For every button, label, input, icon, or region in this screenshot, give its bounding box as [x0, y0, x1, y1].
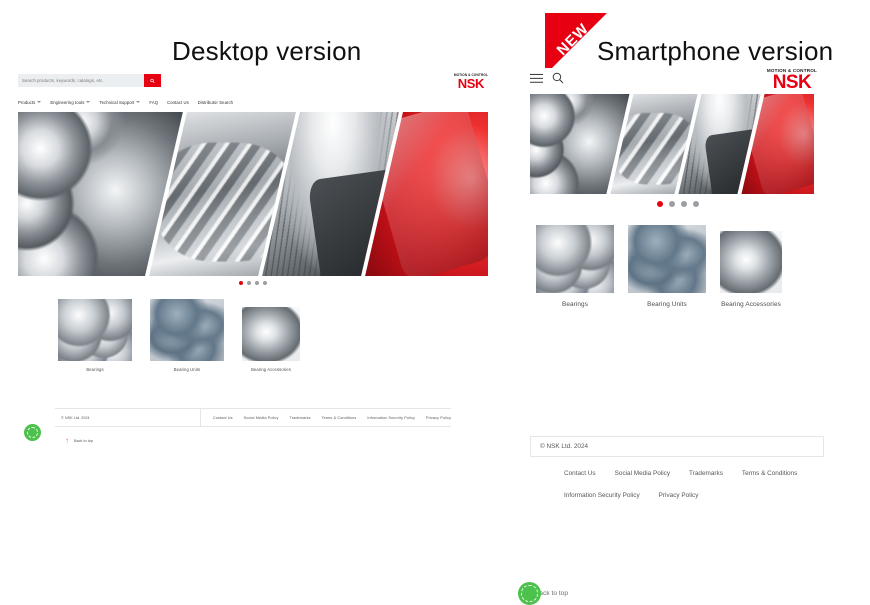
desktop-mockup: MOTION & CONTROL NSK Products Engineerin… — [18, 70, 488, 445]
nav-item-label: FAQ — [149, 99, 159, 105]
desktop-search-row: MOTION & CONTROL NSK — [18, 73, 488, 90]
phone-header: MOTION & CONTROL NSK — [528, 68, 828, 92]
footer-link-trademarks[interactable]: Trademarks — [689, 470, 723, 477]
phone-footer-links: Contact Us Social Media Policy Trademark… — [530, 470, 824, 499]
search-icon — [150, 78, 155, 83]
phone-header-icons — [530, 72, 564, 84]
chevron-down-icon — [86, 101, 91, 103]
bearings-image — [58, 299, 132, 361]
bearing-units-image — [150, 299, 224, 361]
product-tile-bearings[interactable]: Bearings — [58, 299, 132, 372]
copyright-text: © NSK Ltd. 2024 — [540, 443, 589, 450]
bearing-units-image — [628, 225, 706, 293]
phone-footer: © NSK Ltd. 2024 Contact Us Social Media … — [518, 436, 824, 605]
product-tile-label: Bearing Accessories — [251, 367, 291, 372]
phone-carousel-dots — [528, 201, 828, 207]
product-tile-label: Bearing Accessories — [721, 301, 781, 308]
product-tile-label: Bearings — [561, 301, 589, 308]
footer-link-privacy-policy[interactable]: Privacy Policy — [426, 416, 451, 420]
carousel-dot-3[interactable] — [255, 281, 259, 285]
carousel-dot-4[interactable] — [693, 201, 699, 207]
footer-link-trademarks[interactable]: Trademarks — [289, 416, 310, 420]
desktop-footer: © NSK Ltd. 2024 Contact Us Social Media … — [55, 408, 451, 445]
carousel-dot-4[interactable] — [263, 281, 267, 285]
phone-footer-links-row-2: Information Security Policy Privacy Poli… — [564, 492, 824, 499]
carousel-dot-1[interactable] — [239, 281, 243, 285]
footer-link-information-security-policy[interactable]: Information Security Policy — [367, 416, 415, 420]
phone-copyright-box: © NSK Ltd. 2024 — [530, 436, 824, 457]
screenshot-canvas: Desktop version NEW Smartphone version M… — [0, 0, 870, 605]
nav-item-contact-us[interactable]: Contact Us — [167, 100, 189, 105]
nav-item-faq[interactable]: FAQ — [149, 100, 158, 105]
nsk-logo[interactable]: MOTION & CONTROL NSK — [767, 68, 817, 92]
footer-link-terms-conditions[interactable]: Terms & Conditions — [742, 470, 797, 477]
copyright-text: © NSK Ltd. 2024 — [61, 415, 90, 420]
footer-link-terms-conditions[interactable]: Terms & Conditions — [322, 416, 357, 420]
desktop-main-nav: Products Engineering tools Technical Sup… — [18, 96, 488, 108]
product-tile-bearing-units[interactable]: Bearing Units — [628, 225, 706, 308]
product-tile-label: Bearings — [86, 367, 104, 372]
phone-product-tiles: Bearings Bearing Units Bearing Accessori… — [528, 225, 828, 308]
smartphone-version-title: Smartphone version — [597, 36, 834, 66]
desktop-hero-carousel[interactable] — [18, 112, 488, 276]
chevron-down-icon — [37, 101, 42, 103]
search-button[interactable] — [144, 74, 161, 87]
desktop-carousel-dots — [18, 281, 488, 285]
phone-hero-wrap — [528, 94, 828, 194]
product-tile-label: Bearing Units — [173, 367, 201, 372]
nav-item-engineering-tools[interactable]: Engineering tools — [50, 99, 91, 105]
desktop-product-tiles: Bearings Bearing Units Bearing Accessori… — [18, 299, 488, 372]
cookie-consent-icon[interactable] — [24, 424, 41, 441]
chevron-down-icon — [136, 101, 141, 103]
desktop-back-to-top[interactable]: ↑ Back to top — [65, 437, 451, 445]
phone-hero-carousel[interactable] — [530, 94, 814, 194]
product-tile-bearing-units[interactable]: Bearing Units — [150, 299, 224, 372]
bearing-accessories-image — [720, 231, 782, 293]
search-input[interactable] — [18, 74, 148, 87]
search-icon[interactable] — [552, 72, 564, 84]
product-tile-bearing-accessories[interactable]: Bearing Accessories — [720, 231, 782, 308]
nsk-logo-wordmark: NSK — [772, 72, 812, 93]
footer-link-contact-us[interactable]: Contact Us — [564, 470, 596, 477]
nav-item-label: Contact Us — [167, 99, 189, 105]
carousel-dot-2[interactable] — [247, 281, 251, 285]
product-tile-bearings[interactable]: Bearings — [536, 225, 614, 308]
nsk-logo-wordmark: NSK — [457, 76, 485, 91]
bearings-image — [536, 225, 614, 293]
footer-link-contact-us[interactable]: Contact Us — [213, 416, 233, 420]
footer-link-social-media-policy[interactable]: Social Media Policy — [244, 416, 279, 420]
desktop-version-title: Desktop version — [172, 36, 362, 66]
footer-link-information-security-policy[interactable]: Information Security Policy — [564, 492, 640, 499]
desktop-footer-bar: © NSK Ltd. 2024 Contact Us Social Media … — [55, 408, 451, 427]
phone-footer-links-row-1: Contact Us Social Media Policy Trademark… — [564, 470, 824, 477]
nav-item-distributor-search[interactable]: Distributor Search — [198, 100, 233, 105]
nav-item-label: Products — [18, 99, 36, 105]
back-to-top-label: Back to top — [74, 439, 93, 443]
nsk-logo[interactable]: MOTION & CONTROL NSK — [454, 73, 488, 90]
smartphone-mockup: MOTION & CONTROL NSK Bearings Bearing Un… — [518, 68, 828, 605]
bearing-accessories-image — [242, 307, 300, 361]
product-tile-label: Bearing Units — [647, 301, 687, 308]
nav-item-technical-support[interactable]: Technical Support — [99, 99, 141, 105]
carousel-dot-2[interactable] — [669, 201, 675, 207]
carousel-dot-1[interactable] — [657, 201, 663, 207]
hamburger-menu-icon[interactable] — [530, 73, 543, 84]
cookie-icon-ring — [521, 585, 538, 602]
nav-item-label: Engineering tools — [50, 99, 85, 105]
cookie-consent-icon[interactable] — [518, 582, 541, 605]
carousel-dot-3[interactable] — [681, 201, 687, 207]
footer-link-social-media-policy[interactable]: Social Media Policy — [615, 470, 670, 477]
product-tile-bearing-accessories[interactable]: Bearing Accessories — [242, 299, 300, 372]
up-arrow-icon: ↑ — [65, 436, 69, 445]
nav-item-label: Technical Support — [99, 99, 135, 105]
nav-item-label: Distributor Search — [197, 99, 234, 105]
nav-item-products[interactable]: Products — [18, 99, 42, 105]
phone-back-to-top[interactable]: Back to top — [518, 582, 568, 605]
desktop-footer-links: Contact Us Social Media Policy Trademark… — [201, 416, 451, 420]
footer-link-privacy-policy[interactable]: Privacy Policy — [659, 492, 699, 499]
cookie-icon-ring — [26, 426, 39, 439]
